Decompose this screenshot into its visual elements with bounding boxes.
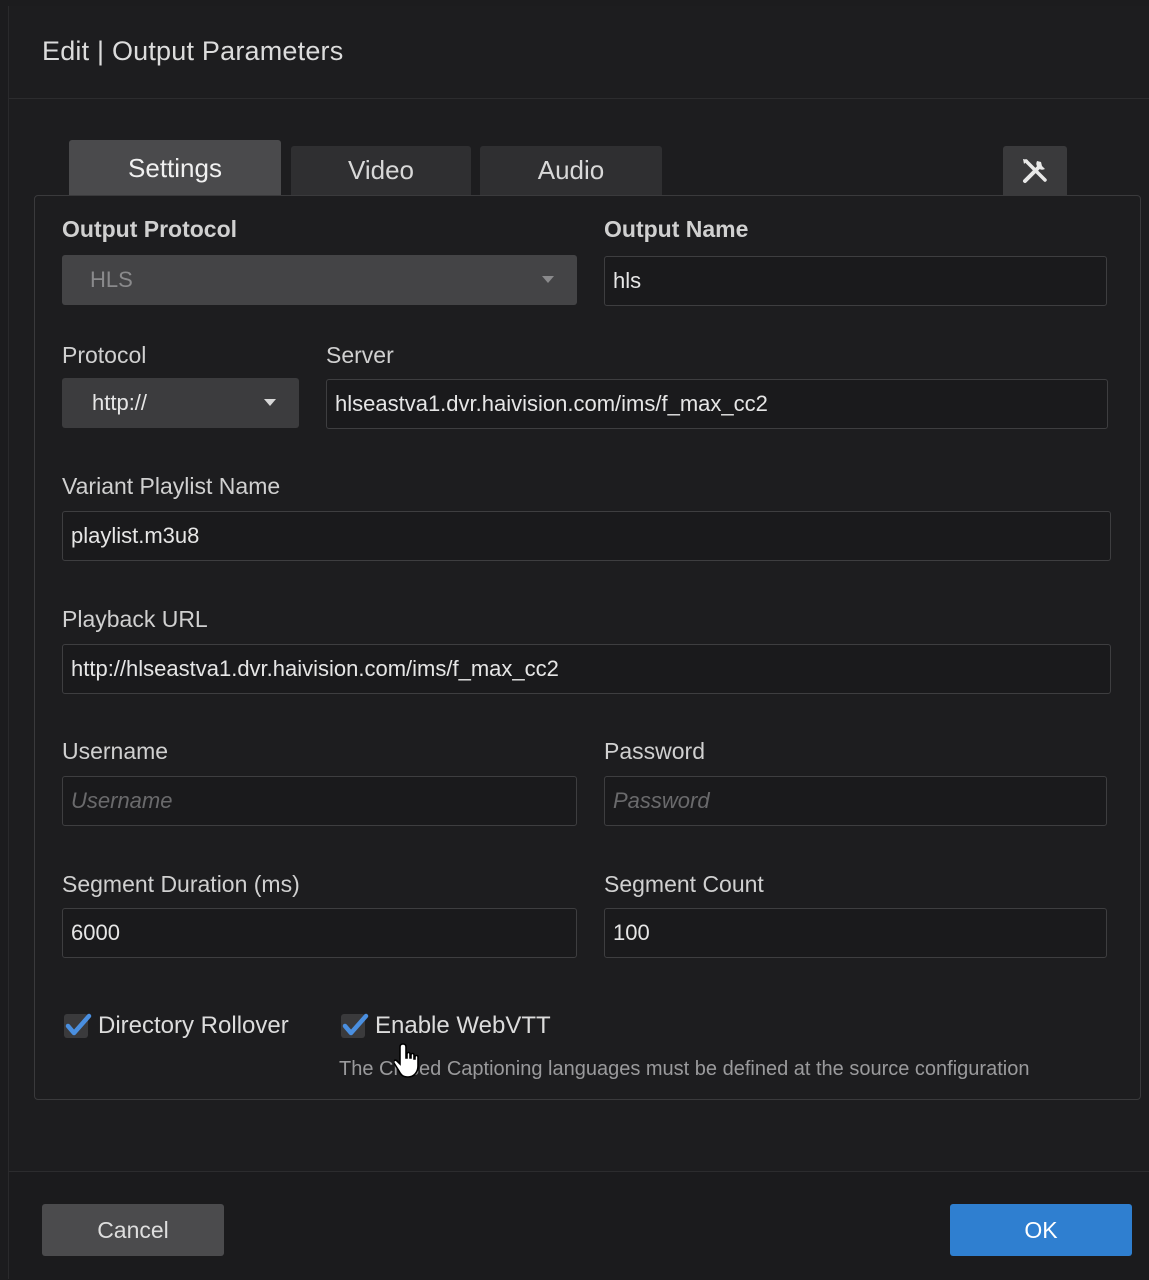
dialog-title: Edit | Output Parameters xyxy=(42,36,344,66)
checkmark-icon xyxy=(65,1013,92,1036)
playback-url-input[interactable]: http://hlseastva1.dvr.haivision.com/ims/… xyxy=(62,644,1111,694)
server-label: Server xyxy=(326,342,394,368)
tools-button[interactable] xyxy=(1003,146,1067,196)
enable-webvtt-checkbox[interactable]: Enable WebVTT xyxy=(341,1012,551,1040)
playback-url-label: Playback URL xyxy=(62,606,208,632)
segment-duration-input[interactable]: 6000 xyxy=(62,908,577,958)
output-protocol-select: HLS xyxy=(62,255,577,305)
output-name-label: Output Name xyxy=(604,216,749,242)
chevron-down-icon xyxy=(264,399,276,406)
dialog-titlebar: Edit | Output Parameters xyxy=(9,6,1149,99)
tab-audio[interactable]: Audio xyxy=(480,146,662,196)
chevron-down-icon xyxy=(542,276,554,283)
tab-video[interactable]: Video xyxy=(291,146,471,196)
directory-rollover-checkbox[interactable]: Directory Rollover xyxy=(64,1012,289,1040)
variant-playlist-label: Variant Playlist Name xyxy=(62,473,281,499)
protocol-select[interactable]: http:// xyxy=(62,378,299,428)
username-input[interactable]: Username xyxy=(62,776,577,826)
segment-duration-label: Segment Duration (ms) xyxy=(62,871,300,897)
segment-count-label: Segment Count xyxy=(604,871,764,897)
password-input[interactable]: Password xyxy=(604,776,1107,826)
protocol-value: http:// xyxy=(92,390,148,415)
checkmark-icon xyxy=(342,1013,369,1036)
output-parameters-dialog: Edit | Output Parameters Settings Video … xyxy=(8,6,1149,1280)
segment-count-input[interactable]: 100 xyxy=(604,908,1107,958)
cancel-button[interactable]: Cancel xyxy=(42,1204,224,1256)
output-name-input[interactable]: hls xyxy=(604,256,1107,306)
tools-icon xyxy=(1023,159,1047,183)
username-label: Username xyxy=(62,738,169,764)
webvtt-help-text: The Closed Captioning languages must be … xyxy=(339,1058,1030,1080)
output-protocol-value: HLS xyxy=(90,267,133,292)
directory-rollover-label: Directory Rollover xyxy=(98,1012,289,1039)
server-input[interactable]: hlseastva1.dvr.haivision.com/ims/f_max_c… xyxy=(326,379,1108,429)
hand-cursor-icon xyxy=(394,1043,419,1078)
tab-settings[interactable]: Settings xyxy=(69,140,281,196)
output-protocol-label: Output Protocol xyxy=(62,216,238,242)
variant-playlist-input[interactable]: playlist.m3u8 xyxy=(62,511,1111,561)
checkbox-box[interactable] xyxy=(341,1013,369,1038)
enable-webvtt-label: Enable WebVTT xyxy=(375,1012,551,1039)
checkbox-box[interactable] xyxy=(64,1013,92,1038)
ok-button[interactable]: OK xyxy=(950,1204,1132,1256)
password-label: Password xyxy=(604,738,705,764)
protocol-label: Protocol xyxy=(62,342,147,368)
